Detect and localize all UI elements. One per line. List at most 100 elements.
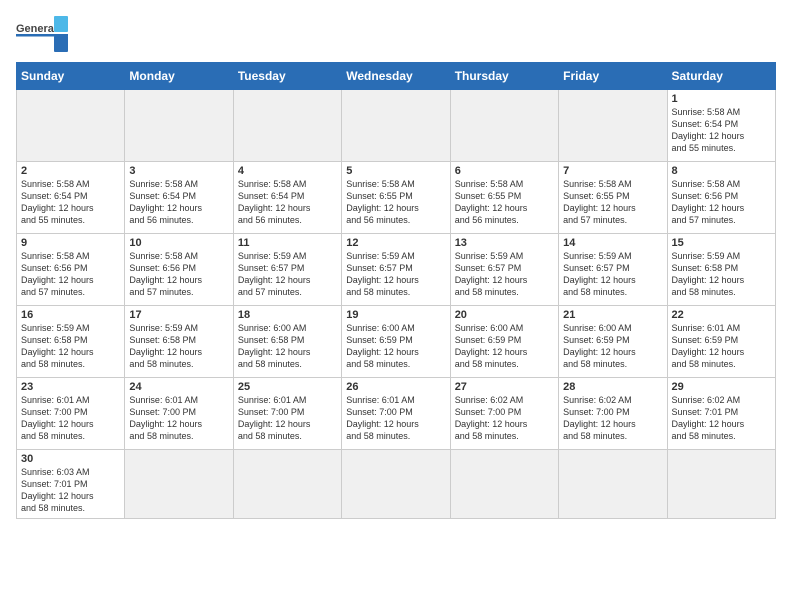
calendar-cell: 11Sunrise: 5:59 AMSunset: 6:57 PMDayligh… [233,234,341,306]
page-header: General [16,16,776,54]
weekday-header-thursday: Thursday [450,63,558,90]
calendar-cell: 5Sunrise: 5:58 AMSunset: 6:55 PMDaylight… [342,162,450,234]
day-info: Sunrise: 6:03 AMSunset: 7:01 PMDaylight:… [21,466,120,515]
calendar-cell [233,90,341,162]
day-info: Sunrise: 6:00 AMSunset: 6:59 PMDaylight:… [346,322,445,371]
calendar-cell [450,90,558,162]
calendar-cell: 7Sunrise: 5:58 AMSunset: 6:55 PMDaylight… [559,162,667,234]
day-info: Sunrise: 5:58 AMSunset: 6:55 PMDaylight:… [455,178,554,227]
calendar-cell: 24Sunrise: 6:01 AMSunset: 7:00 PMDayligh… [125,378,233,450]
day-info: Sunrise: 6:01 AMSunset: 7:00 PMDaylight:… [129,394,228,443]
weekday-header-row: SundayMondayTuesdayWednesdayThursdayFrid… [17,63,776,90]
calendar-cell [125,450,233,519]
day-number: 27 [455,381,554,393]
day-number: 1 [672,93,771,105]
calendar-week-row: 1Sunrise: 5:58 AMSunset: 6:54 PMDaylight… [17,90,776,162]
day-number: 19 [346,309,445,321]
day-info: Sunrise: 6:01 AMSunset: 7:00 PMDaylight:… [238,394,337,443]
calendar-cell: 27Sunrise: 6:02 AMSunset: 7:00 PMDayligh… [450,378,558,450]
calendar-cell: 9Sunrise: 5:58 AMSunset: 6:56 PMDaylight… [17,234,125,306]
day-info: Sunrise: 6:01 AMSunset: 7:00 PMDaylight:… [21,394,120,443]
calendar-cell: 16Sunrise: 5:59 AMSunset: 6:58 PMDayligh… [17,306,125,378]
day-info: Sunrise: 5:59 AMSunset: 6:57 PMDaylight:… [238,250,337,299]
day-info: Sunrise: 6:02 AMSunset: 7:01 PMDaylight:… [672,394,771,443]
day-number: 12 [346,237,445,249]
day-info: Sunrise: 5:59 AMSunset: 6:57 PMDaylight:… [455,250,554,299]
calendar-week-row: 16Sunrise: 5:59 AMSunset: 6:58 PMDayligh… [17,306,776,378]
day-info: Sunrise: 5:58 AMSunset: 6:54 PMDaylight:… [672,106,771,155]
calendar-cell: 18Sunrise: 6:00 AMSunset: 6:58 PMDayligh… [233,306,341,378]
day-number: 24 [129,381,228,393]
day-info: Sunrise: 5:59 AMSunset: 6:57 PMDaylight:… [346,250,445,299]
calendar-cell: 23Sunrise: 6:01 AMSunset: 7:00 PMDayligh… [17,378,125,450]
day-number: 3 [129,165,228,177]
day-info: Sunrise: 6:02 AMSunset: 7:00 PMDaylight:… [455,394,554,443]
weekday-header-wednesday: Wednesday [342,63,450,90]
day-number: 21 [563,309,662,321]
day-number: 17 [129,309,228,321]
day-info: Sunrise: 5:59 AMSunset: 6:58 PMDaylight:… [672,250,771,299]
day-number: 6 [455,165,554,177]
svg-text:General: General [16,23,57,35]
calendar-cell [17,90,125,162]
day-number: 10 [129,237,228,249]
day-number: 23 [21,381,120,393]
calendar-cell: 15Sunrise: 5:59 AMSunset: 6:58 PMDayligh… [667,234,775,306]
calendar-week-row: 30Sunrise: 6:03 AMSunset: 7:01 PMDayligh… [17,450,776,519]
calendar-cell: 19Sunrise: 6:00 AMSunset: 6:59 PMDayligh… [342,306,450,378]
day-number: 26 [346,381,445,393]
day-info: Sunrise: 5:59 AMSunset: 6:57 PMDaylight:… [563,250,662,299]
day-number: 13 [455,237,554,249]
day-info: Sunrise: 6:01 AMSunset: 7:00 PMDaylight:… [346,394,445,443]
calendar-cell: 1Sunrise: 5:58 AMSunset: 6:54 PMDaylight… [667,90,775,162]
weekday-header-tuesday: Tuesday [233,63,341,90]
day-number: 11 [238,237,337,249]
calendar-cell [125,90,233,162]
day-number: 25 [238,381,337,393]
day-number: 22 [672,309,771,321]
calendar-cell [233,450,341,519]
day-number: 14 [563,237,662,249]
day-number: 28 [563,381,662,393]
day-number: 4 [238,165,337,177]
weekday-header-friday: Friday [559,63,667,90]
calendar-cell: 4Sunrise: 5:58 AMSunset: 6:54 PMDaylight… [233,162,341,234]
day-number: 29 [672,381,771,393]
day-number: 5 [346,165,445,177]
calendar-table: SundayMondayTuesdayWednesdayThursdayFrid… [16,62,776,519]
day-info: Sunrise: 6:02 AMSunset: 7:00 PMDaylight:… [563,394,662,443]
calendar-cell [559,90,667,162]
logo-icon: General [16,16,68,54]
day-info: Sunrise: 5:58 AMSunset: 6:55 PMDaylight:… [563,178,662,227]
day-info: Sunrise: 5:58 AMSunset: 6:56 PMDaylight:… [21,250,120,299]
calendar-cell: 25Sunrise: 6:01 AMSunset: 7:00 PMDayligh… [233,378,341,450]
day-info: Sunrise: 5:58 AMSunset: 6:55 PMDaylight:… [346,178,445,227]
day-info: Sunrise: 5:58 AMSunset: 6:54 PMDaylight:… [21,178,120,227]
day-number: 7 [563,165,662,177]
day-number: 20 [455,309,554,321]
calendar-cell: 10Sunrise: 5:58 AMSunset: 6:56 PMDayligh… [125,234,233,306]
day-number: 15 [672,237,771,249]
calendar-cell: 29Sunrise: 6:02 AMSunset: 7:01 PMDayligh… [667,378,775,450]
logo: General [16,16,70,54]
day-info: Sunrise: 5:58 AMSunset: 6:54 PMDaylight:… [238,178,337,227]
calendar-cell [450,450,558,519]
calendar-cell: 30Sunrise: 6:03 AMSunset: 7:01 PMDayligh… [17,450,125,519]
calendar-cell [559,450,667,519]
day-info: Sunrise: 6:01 AMSunset: 6:59 PMDaylight:… [672,322,771,371]
weekday-header-saturday: Saturday [667,63,775,90]
day-info: Sunrise: 5:58 AMSunset: 6:56 PMDaylight:… [129,250,228,299]
day-info: Sunrise: 6:00 AMSunset: 6:59 PMDaylight:… [455,322,554,371]
calendar-cell: 12Sunrise: 5:59 AMSunset: 6:57 PMDayligh… [342,234,450,306]
day-info: Sunrise: 5:58 AMSunset: 6:54 PMDaylight:… [129,178,228,227]
calendar-cell: 26Sunrise: 6:01 AMSunset: 7:00 PMDayligh… [342,378,450,450]
calendar-cell: 6Sunrise: 5:58 AMSunset: 6:55 PMDaylight… [450,162,558,234]
calendar-week-row: 23Sunrise: 6:01 AMSunset: 7:00 PMDayligh… [17,378,776,450]
weekday-header-sunday: Sunday [17,63,125,90]
day-number: 18 [238,309,337,321]
calendar-cell [342,90,450,162]
calendar-cell: 8Sunrise: 5:58 AMSunset: 6:56 PMDaylight… [667,162,775,234]
calendar-cell [342,450,450,519]
calendar-week-row: 9Sunrise: 5:58 AMSunset: 6:56 PMDaylight… [17,234,776,306]
day-number: 16 [21,309,120,321]
